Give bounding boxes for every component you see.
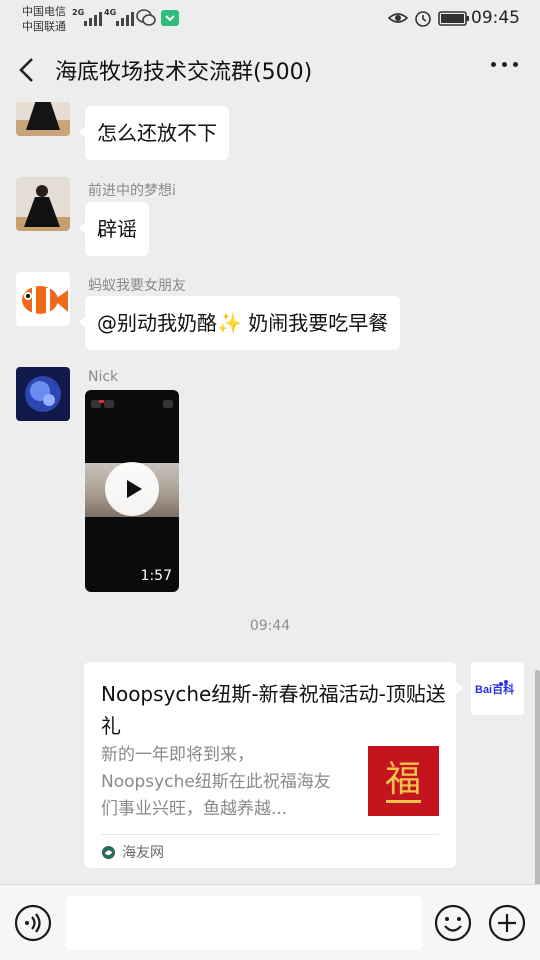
avatar[interactable]	[16, 272, 70, 326]
app-notification-icon	[161, 10, 179, 26]
message-bubble[interactable]: 怎么还放不下	[79, 106, 229, 160]
card-divider	[101, 834, 439, 835]
message-bubble[interactable]: @别动我奶酪✨ 奶闹我要吃早餐	[78, 296, 401, 350]
chat-title: 海底牧场技术交流群(500)	[55, 60, 313, 85]
message-timestamp: 09:44	[249, 618, 291, 634]
link-card-source-name: 海友网	[122, 845, 164, 861]
emoji-icon[interactable]	[434, 904, 472, 942]
link-card-description: 新的一年即将到来，Noopsyche纽斯在此祝福海友们事业兴旺，鱼越养越...	[101, 745, 331, 819]
message-bubble[interactable]: 辟谣	[79, 202, 149, 256]
carrier-1: 中国电信	[22, 5, 66, 18]
wechat-icon	[136, 9, 156, 26]
avatar[interactable]	[16, 177, 70, 231]
avatar[interactable]: Bai百科	[471, 662, 524, 715]
sender-name: 前进中的梦想i	[88, 183, 176, 199]
alarm-icon	[415, 11, 431, 27]
battery-icon	[438, 11, 469, 26]
clock: 09:45	[471, 8, 520, 28]
signal-2-icon	[116, 8, 134, 26]
message-list[interactable]: 怎么还放不下 前进中的梦想i 辟谣 蚂蚁我要女朋友 @别动我奶酪✨ 奶闹我要吃早…	[0, 102, 540, 884]
input-bar	[0, 884, 540, 960]
play-icon[interactable]	[105, 462, 159, 516]
signal-1-icon	[84, 8, 102, 26]
video-duration: 1:57	[140, 568, 172, 584]
link-card-thumbnail: 福	[368, 746, 439, 816]
link-card-title: Noopsyche纽斯-新春祝福活动-顶贴送礼	[101, 682, 446, 738]
link-card[interactable]: Noopsyche纽斯-新春祝福活动-顶贴送礼 新的一年即将到来，Noopsyc…	[84, 662, 463, 868]
carrier-info: 中国电信 中国联通	[22, 4, 66, 34]
avatar[interactable]	[16, 102, 70, 136]
baidu-baike-logo-icon: Bai百科	[471, 662, 524, 715]
avatar[interactable]	[16, 367, 70, 421]
message-input[interactable]	[66, 896, 422, 950]
thumbnail-fu-char: 福	[385, 759, 421, 800]
chat-header: 海底牧场技术交流群(500)	[0, 38, 540, 102]
status-bar: 中国电信 中国联通 2G 4G 09:45	[0, 0, 540, 38]
video-message[interactable]: 1:57	[85, 390, 179, 592]
more-dots-icon[interactable]	[491, 62, 518, 67]
eye-comfort-icon	[388, 13, 408, 23]
scrollbar[interactable]	[535, 670, 540, 884]
carrier-2: 中国联通	[22, 20, 66, 33]
sender-name: 蚂蚁我要女朋友	[88, 278, 186, 294]
network-type-1: 2G	[72, 8, 85, 17]
chevron-left-icon[interactable]	[12, 54, 44, 86]
sender-name: Nick	[88, 369, 119, 385]
voice-icon[interactable]	[14, 904, 52, 942]
plus-icon[interactable]	[488, 904, 526, 942]
network-type-2: 4G	[104, 8, 117, 17]
source-logo-icon	[101, 845, 116, 859]
link-card-source: 海友网	[101, 842, 164, 862]
baidu-logo-text: Bai百科	[475, 682, 514, 696]
video-top-controls	[91, 400, 173, 408]
